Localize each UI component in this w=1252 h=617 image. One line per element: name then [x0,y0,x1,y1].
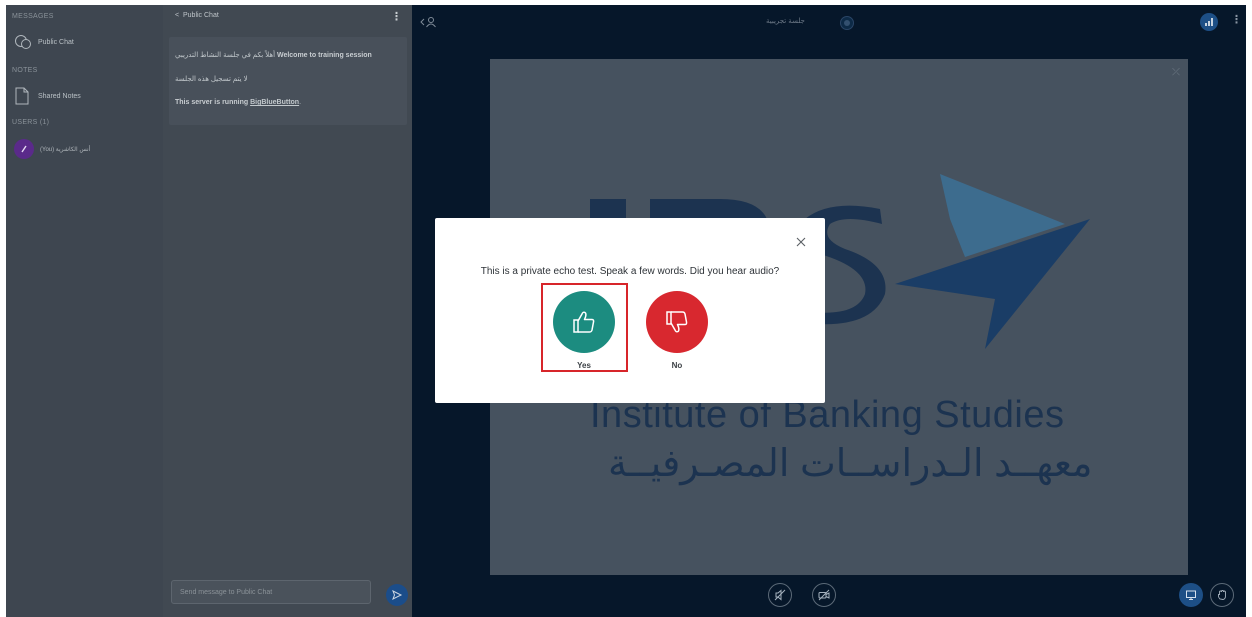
signal-icon [1205,18,1213,26]
yes-circle[interactable] [553,291,615,353]
shared-notes-item[interactable]: Shared Notes [14,85,154,107]
notes-header: NOTES [12,67,38,74]
thumbs-up-icon [573,311,595,333]
avatar [14,139,34,159]
chat-title: Public Chat [182,12,219,19]
hand-icon [1217,590,1226,600]
raise-hand-button[interactable] [1210,583,1234,607]
chat-back-button[interactable]: < Public Chat [175,12,219,19]
slide-fullscreen-icon[interactable]: ⤫ [1172,67,1180,78]
chat-message-input[interactable]: Send message to Public Chat [171,580,371,604]
send-button[interactable] [386,584,408,606]
welcome-arabic: أهلاً بكم في جلسة النشاط التدريبي [175,52,276,59]
notes-icon [15,87,29,105]
close-button[interactable] [794,235,808,249]
connection-status-button[interactable] [1200,13,1218,31]
server-suffix: . [299,99,302,106]
thumbs-down-icon [666,311,688,333]
chat-icon [15,35,31,49]
video-icon [818,589,830,601]
video-button[interactable] [812,583,836,607]
moderator-icon [21,145,27,153]
audio-button[interactable] [768,583,792,607]
server-prefix: This server is running [175,99,249,106]
chat-messages: أهلاً بكم في جلسة النشاط التدريبي Welcom… [169,37,407,125]
no-circle[interactable] [646,291,708,353]
presentation-toggle-button[interactable] [1179,583,1203,607]
public-chat-label: Public Chat [38,38,74,46]
chat-message-recording: لا يتم تسجيل هذه الجلسة [175,76,248,83]
messages-header: MESSAGES [12,13,54,20]
echo-test-question: This is a private echo test. Speak a few… [480,266,780,277]
user-name: (You) أنس الكاشرية [40,146,91,153]
audio-icon [774,589,786,601]
presentation-icon [1186,590,1196,600]
chat-message-welcome: أهلاً بكم في جلسة النشاط التدريبي Welcom… [175,51,372,59]
echo-test-modal: This is a private echo test. Speak a few… [435,218,825,403]
users-toggle-icon[interactable] [420,15,438,29]
institute-name-ar: معهــد الـدراســات المصـرفيــة [608,443,1093,485]
send-icon [392,589,403,601]
recording-indicator-icon[interactable] [840,16,854,30]
chat-header: < Public Chat ⋮ [163,5,412,29]
welcome-text: Welcome to training session [276,52,372,59]
yes-button[interactable]: Yes [553,291,615,370]
users-header: USERS (1) [12,119,50,126]
close-icon [796,237,806,247]
user-list-panel: MESSAGES Public Chat NOTES Shared Notes … [6,5,163,617]
bigbluebutton-link[interactable]: BigBlueButton [250,99,299,106]
shared-notes-label: Shared Notes [38,92,81,100]
app-window: MESSAGES Public Chat NOTES Shared Notes … [6,5,1246,617]
options-menu-icon[interactable]: ⋮ [1231,13,1242,26]
chat-options-icon[interactable]: ⋮ [391,10,402,23]
no-label: No [671,361,683,370]
yes-label: Yes [577,361,591,370]
session-title: جلسة تجريبية [766,18,805,25]
public-chat-item[interactable]: Public Chat [14,31,154,53]
chat-panel: < Public Chat ⋮ أهلاً بكم في جلسة النشاط… [163,5,412,617]
no-button[interactable]: No [646,291,708,370]
chat-message-server: This server is running BigBlueButton. [175,99,301,106]
user-item[interactable]: (You) أنس الكاشرية [14,138,90,160]
